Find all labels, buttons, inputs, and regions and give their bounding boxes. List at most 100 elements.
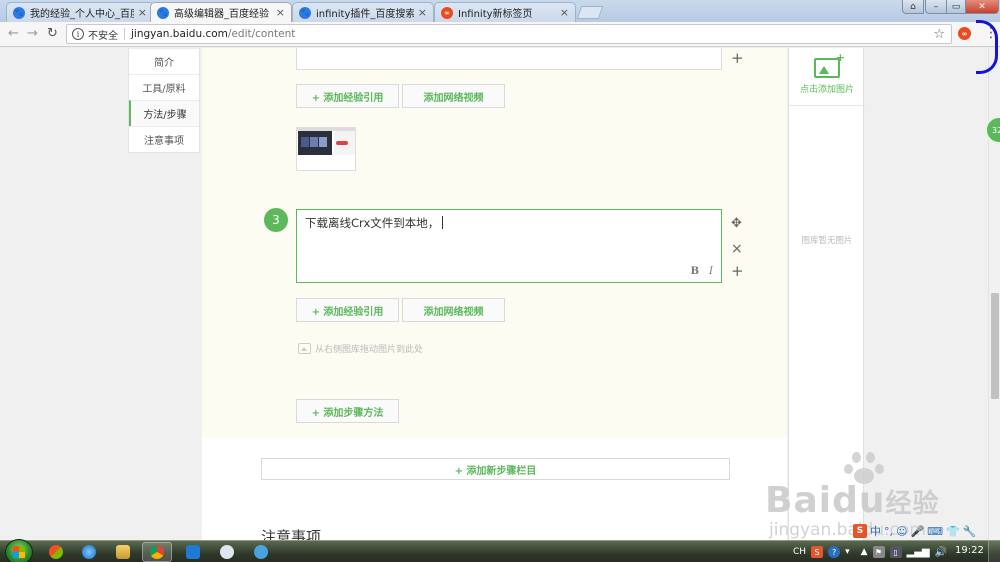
infinity-extension-icon[interactable]: ∞ bbox=[958, 27, 971, 40]
tab-my-experience[interactable]: 🐾 我的经验_个人中心_百度 × bbox=[6, 2, 154, 22]
taskbar-app-vscode[interactable] bbox=[178, 542, 208, 562]
baidu-paw-icon: 🐾 bbox=[299, 6, 311, 19]
taskbar-app-chrome[interactable] bbox=[142, 542, 172, 562]
add-video-button[interactable]: 添加网络视频 bbox=[402, 298, 505, 322]
add-section-button[interactable]: + 添加新步骤栏目 bbox=[261, 458, 730, 480]
minimize-button[interactable]: – bbox=[925, 0, 947, 14]
button-label: + 添加经验引用 bbox=[311, 92, 384, 104]
punctuation-icon[interactable]: °, bbox=[884, 525, 893, 538]
taskbar-app-terminal[interactable] bbox=[212, 542, 242, 562]
tray-options-icon[interactable]: ▾ bbox=[845, 547, 850, 557]
notes-section-title: 注意事项 bbox=[261, 528, 322, 540]
format-toolbar: BI bbox=[691, 266, 713, 277]
back-arrow-icon[interactable]: ← bbox=[8, 26, 19, 41]
chat-icon bbox=[254, 545, 268, 559]
info-icon[interactable]: i bbox=[72, 28, 84, 40]
volume-icon[interactable]: 🔊 bbox=[935, 547, 947, 558]
add-step-button[interactable]: + 添加步骤方法 bbox=[296, 399, 399, 423]
taskbar-app-explorer[interactable] bbox=[108, 542, 138, 562]
tab-title: 高级编辑器_百度经验 bbox=[174, 9, 269, 20]
step-number-badge: 3 bbox=[264, 208, 288, 232]
sidenav-item-label: 方法/步骤 bbox=[143, 110, 187, 121]
sidenav-item-intro[interactable]: 简介 bbox=[129, 48, 199, 74]
bookmark-star-icon[interactable]: ☆ bbox=[933, 27, 945, 42]
show-hidden-icons-icon[interactable]: ▲ bbox=[861, 547, 868, 557]
page-content: 简介 工具/原料 方法/步骤 注意事项 + + 添加经验引用 添加网络视频 3 … bbox=[0, 48, 1000, 540]
reload-icon[interactable]: ↻ bbox=[47, 26, 58, 41]
annotation-bracket bbox=[976, 20, 998, 74]
new-tab-button[interactable] bbox=[576, 6, 604, 19]
tray-overflow-icons: S 中 °, ☺ 🎤 ⌨ 👕 🔧 bbox=[849, 522, 1000, 540]
button-label: + 添加步骤方法 bbox=[311, 407, 384, 419]
add-image-button[interactable]: 点击添加图片 bbox=[789, 48, 865, 106]
address-bar[interactable]: i 不安全 jingyan.baidu.com/edit/content ☆ bbox=[66, 24, 952, 44]
start-button[interactable] bbox=[5, 539, 33, 562]
chrome-icon bbox=[150, 545, 164, 559]
sidenav-item-tools[interactable]: 工具/原料 bbox=[129, 74, 199, 100]
infinity-logo-icon: ∞ bbox=[441, 6, 453, 19]
forward-arrow-icon[interactable]: → bbox=[27, 26, 38, 41]
close-icon[interactable]: × bbox=[276, 6, 285, 19]
add-step-plus-icon[interactable]: + bbox=[731, 51, 744, 66]
scrollbar-thumb[interactable] bbox=[991, 293, 999, 399]
taskbar-app-chat[interactable] bbox=[246, 542, 276, 562]
sogou-tray-icon[interactable]: S bbox=[811, 546, 824, 558]
windows-logo-icon bbox=[13, 546, 25, 558]
help-icon[interactable]: ? bbox=[828, 546, 841, 558]
tab-advanced-editor[interactable]: 🐾 高级编辑器_百度经验 × bbox=[150, 2, 292, 22]
sogou-ime-icon[interactable]: S bbox=[853, 524, 867, 538]
microphone-icon[interactable]: 🎤 bbox=[910, 525, 924, 538]
move-icon[interactable]: ✥ bbox=[731, 216, 742, 231]
windows-taskbar: CH S ? ▾ ▲ ⚑ ▯ ▂▄▆ 🔊 19:22 bbox=[0, 539, 1000, 562]
user-profile-icon[interactable]: ⌂ bbox=[902, 0, 924, 14]
drag-image-hint: 从右侧图库拖动图片到此处 bbox=[298, 342, 423, 355]
emoji-icon[interactable]: ☺ bbox=[896, 525, 907, 538]
text-caret bbox=[442, 216, 444, 229]
add-step-plus-icon[interactable]: + bbox=[731, 264, 744, 279]
vscode-icon bbox=[186, 545, 200, 559]
tools-icon[interactable]: 🔧 bbox=[963, 525, 977, 538]
delete-step-icon[interactable]: × bbox=[731, 241, 743, 257]
add-image-icon bbox=[814, 51, 845, 78]
keyboard-icon[interactable]: ⌨ bbox=[927, 525, 943, 538]
taskbar-app-ie[interactable] bbox=[74, 542, 104, 562]
italic-button[interactable]: I bbox=[709, 266, 713, 277]
sidenav-item-steps[interactable]: 方法/步骤 bbox=[129, 100, 199, 126]
chinese-mode-icon[interactable]: 中 bbox=[870, 523, 881, 539]
sidenav-item-label: 工具/原料 bbox=[142, 84, 186, 95]
step-image-thumbnail[interactable] bbox=[296, 127, 356, 171]
close-icon[interactable]: × bbox=[418, 6, 427, 19]
sidenav-item-notes[interactable]: 注意事项 bbox=[129, 126, 199, 152]
step-text-input[interactable]: 下载离线Crx文件到本地， BI bbox=[296, 209, 722, 283]
gallery-empty-text: 图库暂无图片 bbox=[801, 236, 853, 246]
window-close-button[interactable]: ✕ bbox=[965, 0, 999, 14]
url-text[interactable]: jingyan.baidu.com/edit/content bbox=[131, 28, 933, 40]
skin-icon[interactable]: 👕 bbox=[946, 525, 960, 538]
add-reference-button[interactable]: + 添加经验引用 bbox=[296, 298, 399, 322]
baidu-paw-icon: 🐾 bbox=[157, 6, 169, 19]
device-icon[interactable]: ▯ bbox=[889, 546, 902, 558]
button-label: + 添加新步骤栏目 bbox=[454, 465, 537, 477]
language-indicator[interactable]: CH bbox=[793, 547, 806, 557]
folder-icon bbox=[116, 545, 130, 559]
action-center-icon[interactable]: ⚑ bbox=[872, 546, 885, 558]
sidenav-item-label: 简介 bbox=[154, 58, 174, 69]
network-icon[interactable]: ▂▄▆ bbox=[907, 547, 930, 558]
browser-toolbar: ← → ↻ i 不安全 jingyan.baidu.com/edit/conte… bbox=[0, 22, 1000, 47]
add-reference-button[interactable]: + 添加经验引用 bbox=[296, 84, 399, 108]
maximize-button[interactable]: ▭ bbox=[946, 0, 966, 14]
close-icon[interactable]: × bbox=[560, 6, 569, 19]
taskbar-clock[interactable]: 19:22 bbox=[955, 545, 984, 556]
tab-infinity-search[interactable]: 🐾 infinity插件_百度搜索 × bbox=[292, 2, 434, 22]
tab-infinity-newtab[interactable]: ∞ Infinity新标签页 × bbox=[434, 2, 576, 22]
watermark-brand-cn: 经验 bbox=[885, 489, 940, 519]
close-icon[interactable]: × bbox=[138, 6, 147, 19]
bold-button[interactable]: B bbox=[691, 266, 699, 277]
taskbar-app-media[interactable] bbox=[41, 542, 71, 562]
add-video-button[interactable]: 添加网络视频 bbox=[402, 84, 505, 108]
previous-step-input[interactable] bbox=[296, 48, 722, 70]
terminal-icon bbox=[220, 545, 234, 559]
image-icon bbox=[298, 343, 311, 354]
show-desktop-button[interactable] bbox=[988, 541, 1000, 562]
ie-icon bbox=[82, 545, 96, 559]
